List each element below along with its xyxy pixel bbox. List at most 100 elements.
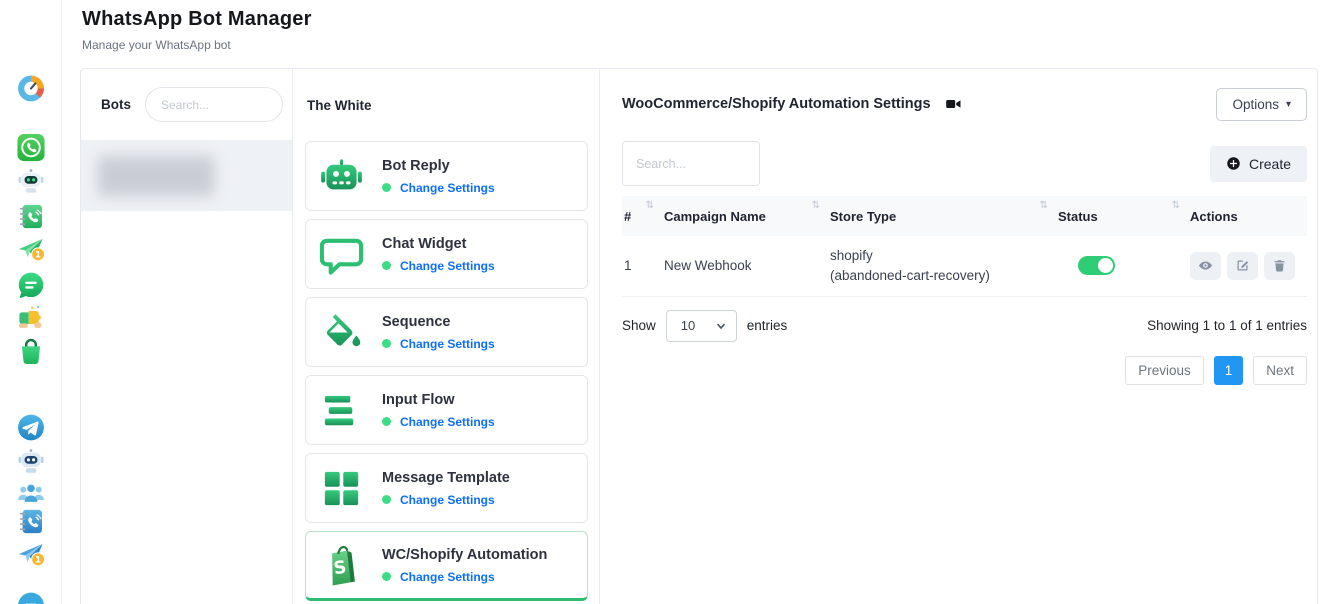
feature-cards: Bot Reply Change Settings Chat Widget Ch…: [305, 141, 588, 601]
badge-count: 1: [35, 251, 41, 261]
change-settings-link[interactable]: Change Settings: [400, 259, 495, 273]
whatsapp-chat-icon[interactable]: [15, 270, 46, 301]
telegram-campaign-icon[interactable]: 1: [15, 538, 46, 569]
app-root: 1 1 WhatsApp Bot Mana: [0, 0, 1325, 604]
view-button[interactable]: [1190, 252, 1221, 280]
card-chat-widget[interactable]: Chat Widget Change Settings: [305, 219, 588, 289]
whatsapp-campaign-icon[interactable]: 1: [15, 233, 46, 264]
input-flow-icon: [318, 387, 365, 434]
card-body: Sequence Change Settings: [382, 314, 495, 351]
selected-bot-name: The White: [307, 98, 372, 113]
cell-status: [1058, 236, 1190, 296]
features-column: The White Bot Reply Change Settings: [293, 69, 600, 604]
enabled-dot-icon: [382, 339, 391, 348]
card-body: Input Flow Change Settings: [382, 392, 495, 429]
caret-down-icon: ▾: [1286, 99, 1291, 110]
column-header-status[interactable]: Status⇅: [1058, 196, 1190, 236]
card-message-template[interactable]: Message Template Change Settings: [305, 453, 588, 523]
eye-icon: [1198, 258, 1213, 273]
change-settings-link[interactable]: Change Settings: [400, 415, 495, 429]
features-header: The White: [305, 69, 588, 141]
sort-icon[interactable]: ⇅: [812, 200, 820, 211]
change-settings-link[interactable]: Change Settings: [400, 337, 495, 351]
manager-panel: Bots The White: [80, 68, 1318, 604]
card-bot-reply[interactable]: Bot Reply Change Settings: [305, 141, 588, 211]
bots-column: Bots: [81, 69, 293, 604]
options-button-label: Options: [1232, 97, 1279, 112]
page-size-select[interactable]: 10: [666, 310, 737, 342]
video-tutorial-icon[interactable]: [944, 96, 963, 112]
page-title: WhatsApp Bot Manager: [82, 8, 1325, 31]
previous-page-button[interactable]: Previous: [1125, 356, 1204, 385]
page-header: WhatsApp Bot Manager Manage your WhatsAp…: [62, 0, 1325, 52]
bot-list-item-selected[interactable]: [81, 141, 292, 211]
bots-search-input[interactable]: [145, 87, 283, 122]
sequence-icon: [318, 309, 365, 356]
sort-icon[interactable]: ⇅: [646, 200, 654, 211]
enabled-dot-icon: [382, 261, 391, 270]
chat-widget-icon: [318, 231, 365, 278]
card-body: Bot Reply Change Settings: [382, 158, 495, 195]
card-title: Message Template: [382, 470, 510, 486]
integrations-icon[interactable]: [15, 302, 46, 333]
table-search-input[interactable]: [622, 141, 760, 186]
message-template-icon: [318, 465, 365, 512]
card-body: Message Template Change Settings: [382, 470, 510, 507]
column-header-index[interactable]: #⇅: [622, 196, 664, 236]
entries-summary: Showing 1 to 1 of 1 entries: [1147, 318, 1307, 333]
toggle-knob: [1098, 258, 1113, 273]
edit-button[interactable]: [1227, 252, 1258, 280]
enabled-dot-icon: [382, 572, 391, 581]
card-title: Chat Widget: [382, 236, 495, 252]
page-size-value: 10: [681, 318, 695, 333]
telegram-bot-icon[interactable]: [15, 445, 46, 476]
change-settings-link[interactable]: Change Settings: [400, 181, 495, 195]
column-header-actions: Actions: [1190, 196, 1307, 236]
whatsapp-contacts-icon[interactable]: [15, 201, 46, 232]
whatsapp-icon[interactable]: [15, 132, 46, 163]
card-sequence[interactable]: Sequence Change Settings: [305, 297, 588, 367]
card-title: Input Flow: [382, 392, 495, 408]
change-settings-link[interactable]: Change Settings: [400, 493, 495, 507]
plus-circle-icon: [1226, 156, 1241, 171]
create-button-label: Create: [1249, 156, 1291, 172]
column-header-store-type[interactable]: Store Type⇅: [830, 196, 1058, 236]
delete-button[interactable]: [1264, 252, 1295, 280]
dashboard-gauge-icon[interactable]: [15, 73, 46, 104]
badge-count: 1: [35, 556, 41, 566]
card-input-flow[interactable]: Input Flow Change Settings: [305, 375, 588, 445]
page-1-button[interactable]: 1: [1214, 356, 1244, 385]
automation-header: WooCommerce/Shopify Automation Settings …: [622, 69, 1307, 139]
trash-icon: [1272, 258, 1287, 273]
next-page-button[interactable]: Next: [1253, 356, 1307, 385]
cell-store-type: shopify (abandoned-cart-recovery): [830, 236, 1058, 296]
store-icon[interactable]: [15, 336, 46, 367]
bot-name-redacted: [98, 156, 214, 196]
card-wc-shopify-automation[interactable]: S WC/Shopify Automation Change Settings: [305, 531, 588, 601]
team-members-icon[interactable]: [15, 478, 46, 509]
edit-icon: [1235, 258, 1250, 273]
page-subtitle: Manage your WhatsApp bot: [82, 38, 1325, 52]
automation-column: WooCommerce/Shopify Automation Settings …: [600, 69, 1317, 604]
status-toggle[interactable]: [1078, 256, 1115, 275]
sort-icon[interactable]: ⇅: [1172, 200, 1180, 211]
options-button[interactable]: Options ▾: [1216, 88, 1307, 121]
cell-campaign-name: New Webhook: [664, 236, 830, 296]
pagination: Previous 1 Next: [622, 356, 1307, 385]
bots-header: Bots: [81, 69, 292, 141]
chat-partial-icon[interactable]: [15, 590, 46, 604]
main-area: WhatsApp Bot Manager Manage your WhatsAp…: [62, 0, 1325, 604]
automation-table: #⇅ Campaign Name⇅ Store Type⇅ Status⇅ Ac…: [622, 196, 1307, 297]
page-size-control: Show 10 entries: [622, 310, 787, 342]
chevron-down-icon: [716, 321, 726, 331]
create-button[interactable]: Create: [1210, 146, 1307, 182]
telegram-icon[interactable]: [15, 412, 46, 443]
table-header-row: #⇅ Campaign Name⇅ Store Type⇅ Status⇅ Ac…: [622, 196, 1307, 236]
whatsapp-bot-icon[interactable]: [15, 165, 46, 196]
telegram-contacts-icon[interactable]: [15, 506, 46, 537]
card-title: Bot Reply: [382, 158, 495, 174]
card-body: WC/Shopify Automation Change Settings: [382, 547, 547, 584]
column-header-campaign-name[interactable]: Campaign Name⇅: [664, 196, 830, 236]
change-settings-link[interactable]: Change Settings: [400, 570, 495, 584]
sort-icon[interactable]: ⇅: [1040, 200, 1048, 211]
